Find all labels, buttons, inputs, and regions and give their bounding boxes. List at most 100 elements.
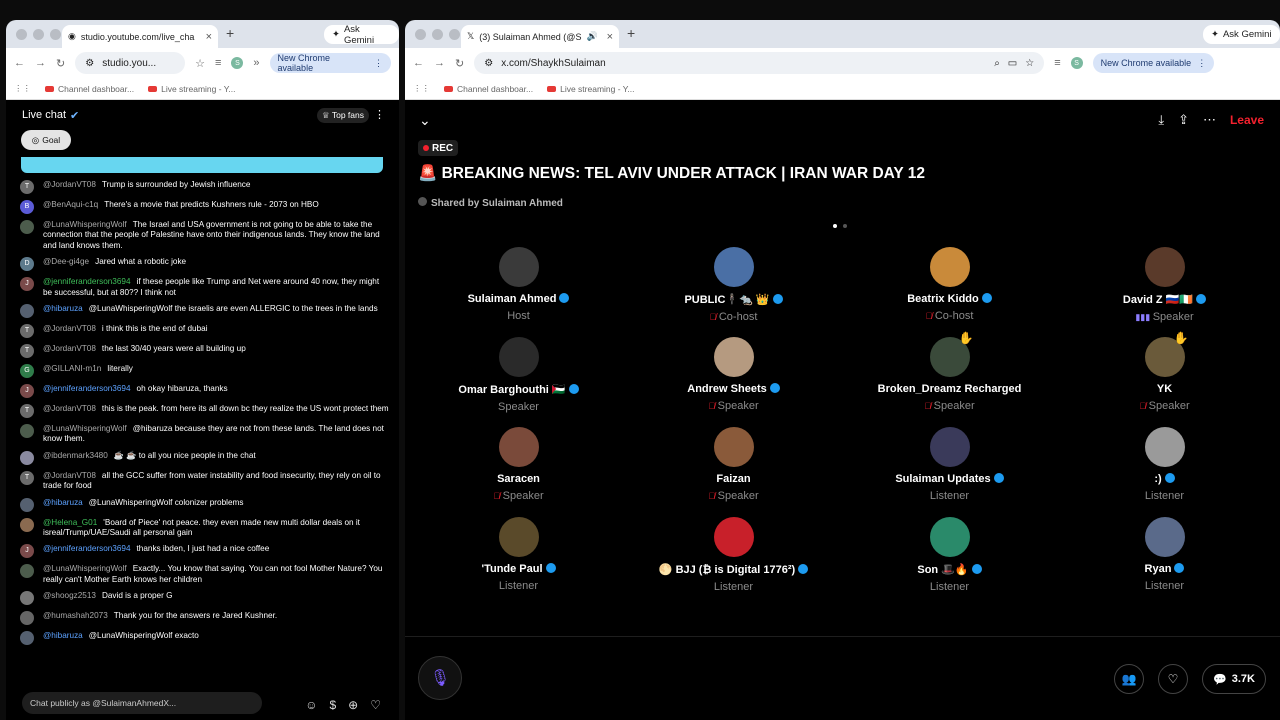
extensions-icon[interactable]: ≡ (215, 57, 221, 69)
back-icon[interactable]: ← (413, 57, 424, 69)
window-controls[interactable] (16, 29, 61, 40)
avatar[interactable] (713, 247, 754, 287)
forward-icon[interactable]: → (434, 57, 445, 69)
share-icon[interactable]: ⇪ (1178, 112, 1189, 128)
more-tools-icon[interactable]: » (253, 57, 259, 69)
window-controls[interactable] (415, 29, 460, 40)
back-icon[interactable]: ← (14, 57, 25, 69)
avatar[interactable] (20, 631, 34, 646)
participant[interactable]: Omar Barghouthi 🇵🇸 Speaker (411, 337, 626, 413)
avatar[interactable] (20, 497, 34, 512)
avatar[interactable] (1144, 517, 1185, 557)
participant[interactable]: Sulaiman Ahmed Host (411, 247, 626, 322)
close-tab-icon[interactable]: × (607, 31, 613, 43)
avatar[interactable] (713, 427, 754, 467)
chat-menu-icon[interactable]: ⋮ (374, 108, 385, 121)
chat-username[interactable]: @JordanVT08 (43, 404, 96, 413)
site-settings-icon[interactable]: ⚙ (85, 58, 94, 69)
chat-input[interactable]: Chat publicly as @SulaimanAhmedX... (22, 692, 262, 714)
avatar[interactable]: ✋ (1144, 331, 1189, 377)
chat-username[interactable]: @Helena_G01 (43, 518, 97, 527)
avatar[interactable]: J (20, 384, 34, 399)
new-tab-button[interactable]: + (226, 25, 234, 41)
avatar[interactable] (20, 304, 34, 319)
avatar[interactable]: T (20, 404, 34, 419)
avatar[interactable] (1144, 247, 1185, 287)
leave-button[interactable]: Leave (1230, 113, 1264, 127)
profile-avatar[interactable]: S (231, 57, 244, 69)
address-bar[interactable]: ⚙ studio.you... (75, 52, 186, 74)
avatar[interactable]: T (20, 180, 34, 194)
participant[interactable]: ✋ Broken_Dreamz Recharged 🎙̸ Speaker (842, 331, 1057, 412)
avatar[interactable]: T (20, 470, 34, 485)
chat-username[interactable]: @JordanVT08 (43, 180, 96, 189)
tab-x-space[interactable]: 𝕏 (3) Sulaiman Ahmed (@S 🔊 × (461, 25, 619, 48)
bookmark-live-streaming[interactable]: Live streaming - Y... (148, 84, 235, 94)
participants-button[interactable]: 👥 (1114, 664, 1145, 694)
close-tab-icon[interactable]: × (206, 31, 212, 43)
chevron-check-icon[interactable]: ✔ (70, 109, 79, 122)
participant[interactable]: David Z 🇷🇺🇮🇪 ▮▮▮ Speaker (1057, 247, 1272, 323)
zoom-icon[interactable]: ⌕ (994, 58, 1000, 69)
bookmark-channel-dashboard[interactable]: Channel dashboar... (45, 84, 134, 94)
new-chrome-available-button[interactable]: New Chrome available ⋮ (1092, 53, 1215, 73)
chat-username[interactable]: @hibaruza (43, 498, 83, 507)
participant[interactable]: Sulaiman Updates Listener (842, 427, 1057, 502)
participant[interactable]: Beatrix Kiddo 🎙̸ Co-host (842, 247, 1057, 322)
avatar[interactable] (713, 517, 754, 557)
chat-username[interactable]: @JordanVT08 (43, 344, 96, 353)
emoji-icon[interactable]: ☺ (305, 698, 317, 712)
chat-username[interactable]: @jenniferanderson3694 (43, 277, 131, 286)
avatar[interactable]: T (20, 344, 34, 359)
microphone-button[interactable]: 🎙 (418, 656, 462, 700)
avatar[interactable]: D (20, 257, 34, 272)
avatar[interactable] (20, 611, 34, 626)
react-button[interactable]: ♡ (1158, 664, 1189, 694)
bookmark-channel-dashboard[interactable]: Channel dashboar... (444, 84, 533, 94)
avatar[interactable]: ✋ (929, 331, 974, 377)
chat-username[interactable]: @hibaruza (43, 631, 83, 640)
apps-icon[interactable]: ⋮⋮ (14, 83, 31, 94)
avatar[interactable] (929, 427, 970, 467)
avatar[interactable] (498, 247, 539, 287)
chat-username[interactable]: @LunaWhisperingWolf (43, 220, 127, 229)
chat-username[interactable]: @JordanVT08 (43, 324, 96, 333)
avatar[interactable]: B (20, 200, 34, 214)
participant[interactable]: Saracen 🎙̸ Speaker (411, 427, 626, 502)
chat-username[interactable]: @GILLANI-m1n (43, 364, 101, 373)
chat-username[interactable]: @ibdenmark3480 (43, 451, 108, 460)
participant[interactable]: 🌕 BJJ (₿ is Digital 1776²) Listener (626, 517, 841, 593)
avatar[interactable]: G (20, 364, 34, 379)
reload-icon[interactable]: ↻ (455, 57, 464, 70)
avatar[interactable] (929, 247, 970, 287)
avatar[interactable] (713, 337, 754, 377)
new-tab-button[interactable]: + (627, 25, 635, 41)
avatar[interactable] (20, 564, 34, 579)
cast-icon[interactable]: ▭ (1008, 58, 1017, 69)
participant[interactable]: Faizan 🎙̸ Speaker (626, 427, 841, 502)
chat-username[interactable]: @BenAqui-c1q (43, 200, 98, 209)
avatar[interactable] (498, 337, 539, 377)
dock-icon[interactable]: ⤓ (1158, 112, 1164, 128)
chat-username[interactable]: @jenniferanderson3694 (43, 384, 131, 393)
avatar[interactable] (20, 220, 34, 234)
ask-gemini-button[interactable]: ✦ Ask Gemini (324, 24, 399, 46)
top-fans-button[interactable]: ♕ Top fans (317, 108, 369, 123)
chat-username[interactable]: @Dee-gi4ge (43, 257, 89, 266)
avatar[interactable] (20, 517, 34, 532)
more-icon[interactable]: ⋯ (1203, 112, 1216, 128)
chat-username[interactable]: @JordanVT08 (43, 471, 96, 480)
bookmark-live-streaming[interactable]: Live streaming - Y... (547, 84, 634, 94)
chat-username[interactable]: @hibaruza (43, 304, 83, 313)
address-bar[interactable]: ⚙ x.com/ShaykhSulaiman ⌕ ▭ ☆ (474, 52, 1045, 74)
avatar[interactable] (20, 450, 34, 465)
chat-username[interactable]: @jenniferanderson3694 (43, 544, 131, 553)
participant[interactable]: Son 🎩🔥 Listener (842, 517, 1057, 593)
avatar[interactable] (20, 424, 34, 439)
chat-username[interactable]: @LunaWhisperingWolf (43, 424, 127, 433)
speaker-icon[interactable]: 🔊 (586, 31, 597, 42)
bookmark-star-icon[interactable]: ☆ (195, 57, 205, 70)
ask-gemini-button[interactable]: ✦ Ask Gemini (1203, 25, 1280, 44)
avatar[interactable]: T (20, 324, 34, 339)
heart-icon[interactable]: ♡ (370, 698, 381, 712)
